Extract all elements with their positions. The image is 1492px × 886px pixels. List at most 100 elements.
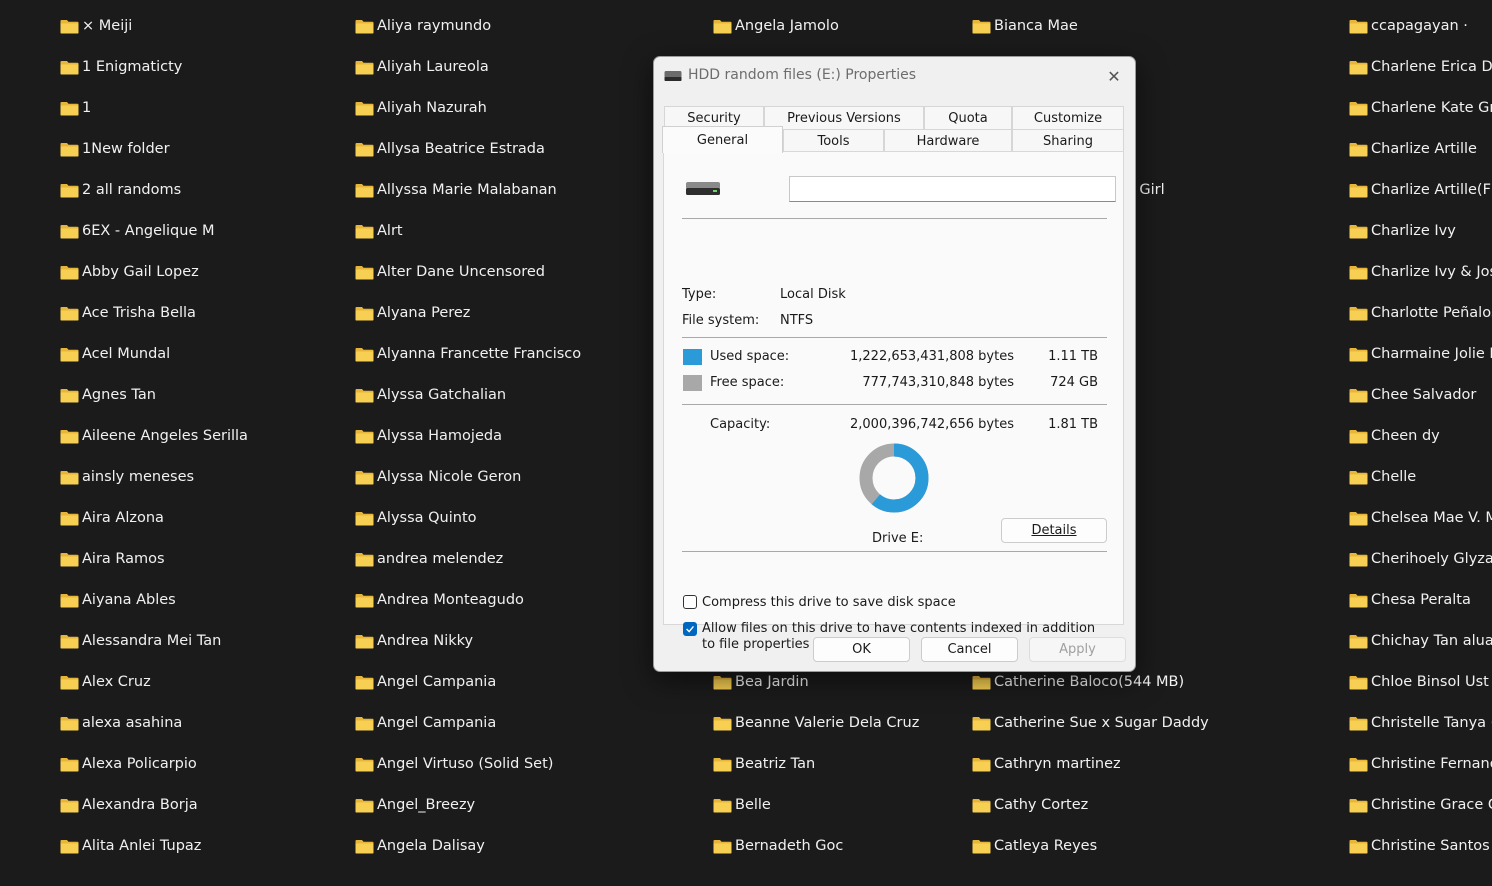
folder-item[interactable]: Alyssa Quinto bbox=[355, 506, 477, 530]
folder-item[interactable]: Chloe Binsol Ust bbox=[1349, 670, 1489, 694]
folder-item[interactable]: Andrea Monteagudo bbox=[355, 588, 524, 612]
folder-item[interactable]: Alexa Policarpio bbox=[60, 752, 197, 776]
folder-item[interactable]: Alyssa Nicole Geron bbox=[355, 465, 521, 489]
tab-general[interactable]: General bbox=[662, 126, 783, 153]
folder-item[interactable]: Chichay Tan alua bbox=[1349, 629, 1492, 653]
folder-item[interactable]: Christine Fernande bbox=[1349, 752, 1492, 776]
folder-item[interactable]: Aira Ramos bbox=[60, 547, 165, 571]
folder-item[interactable]: Alexandra Borja bbox=[60, 793, 198, 817]
folder-item[interactable]: 1 bbox=[60, 96, 91, 120]
tab-previous-versions[interactable]: Previous Versions bbox=[764, 106, 924, 129]
folder-item[interactable]: Bernadeth Goc bbox=[713, 834, 843, 858]
folder-icon bbox=[713, 19, 732, 33]
folder-item[interactable]: Charlene Erica Dav bbox=[1349, 55, 1492, 79]
folder-item[interactable]: Alter Dane Uncensored bbox=[355, 260, 545, 284]
folder-item[interactable]: Aliya raymundo bbox=[355, 14, 491, 38]
ok-button[interactable]: OK bbox=[813, 637, 910, 662]
folder-item[interactable]: Angela Dalisay bbox=[355, 834, 485, 858]
volume-label-input[interactable] bbox=[789, 176, 1116, 202]
folder-item[interactable]: Bea Jardin bbox=[713, 670, 809, 694]
folder-name: Catherine Sue x Sugar Daddy bbox=[994, 715, 1209, 731]
folder-item[interactable]: Bianca Mae bbox=[972, 14, 1078, 38]
folder-item[interactable]: 1 Enigmaticty bbox=[60, 55, 182, 79]
folder-item[interactable]: Alrt bbox=[355, 219, 403, 243]
folder-item[interactable]: Alyanna Francette Francisco bbox=[355, 342, 581, 366]
tab-hardware[interactable]: Hardware bbox=[884, 129, 1012, 152]
folder-name: Angel_Breezy bbox=[377, 797, 476, 813]
tab-customize[interactable]: Customize bbox=[1012, 106, 1124, 129]
tab-quota[interactable]: Quota bbox=[924, 106, 1012, 129]
folder-name: Acel Mundal bbox=[82, 346, 171, 362]
folder-item[interactable]: Aileene Angeles Serilla bbox=[60, 424, 248, 448]
folder-icon bbox=[355, 511, 374, 525]
folder-item[interactable]: Angel Virtuso (Solid Set) bbox=[355, 752, 553, 776]
folder-item[interactable]: Alessandra Mei Tan bbox=[60, 629, 221, 653]
index-contents-checkbox[interactable] bbox=[683, 622, 697, 636]
folder-item[interactable]: Charlize Artille(FUL bbox=[1349, 178, 1492, 202]
folder-item[interactable]: Acel Mundal bbox=[60, 342, 170, 366]
folder-item[interactable]: Angel Campania bbox=[355, 711, 496, 735]
folder-item[interactable]: ainsly meneses bbox=[60, 465, 194, 489]
folder-item[interactable]: Charlize Ivy bbox=[1349, 219, 1456, 243]
folder-item[interactable]: Charmaine Jolie Ba bbox=[1349, 342, 1492, 366]
folder-item[interactable]: 2 all randoms bbox=[60, 178, 181, 202]
folder-item[interactable]: Belle bbox=[713, 793, 771, 817]
folder-item[interactable]: Alyana Perez bbox=[355, 301, 470, 325]
folder-item[interactable]: andrea melendez bbox=[355, 547, 503, 571]
folder-item[interactable]: Charlize Artille bbox=[1349, 137, 1477, 161]
folder-item[interactable]: Alyssa Gatchalian bbox=[355, 383, 506, 407]
folder-item[interactable]: Alita Anlei Tupaz bbox=[60, 834, 201, 858]
folder-item[interactable]: Chelsea Mae V. Ma bbox=[1349, 506, 1492, 530]
folder-item[interactable]: Ace Trisha Bella bbox=[60, 301, 196, 325]
folder-item[interactable]: Catherine Baloco(544 MB) bbox=[972, 670, 1184, 694]
folder-item[interactable]: Angel_Breezy bbox=[355, 793, 475, 817]
tab-tools[interactable]: Tools bbox=[783, 129, 884, 152]
folder-item[interactable]: Aiyana Ables bbox=[60, 588, 176, 612]
folder-item[interactable]: ccapagayan · bbox=[1349, 14, 1468, 38]
folder-item[interactable]: Aira Alzona bbox=[60, 506, 164, 530]
folder-item[interactable]: Catleya Reyes bbox=[972, 834, 1097, 858]
folder-item[interactable]: Abby Gail Lopez bbox=[60, 260, 199, 284]
folder-item[interactable]: Christine Grace Co bbox=[1349, 793, 1492, 817]
apply-button[interactable]: Apply bbox=[1029, 637, 1126, 662]
folder-item[interactable]: 1New folder bbox=[60, 137, 170, 161]
hard-drive-icon bbox=[686, 182, 720, 195]
folder-item[interactable]: Andrea Nikky bbox=[355, 629, 473, 653]
folder-name: Angel Campania bbox=[377, 674, 497, 690]
folder-item[interactable]: Catherine Sue x Sugar Daddy bbox=[972, 711, 1209, 735]
folder-item[interactable]: 6EX - Angelique M bbox=[60, 219, 215, 243]
folder-item[interactable]: alexa asahina bbox=[60, 711, 182, 735]
folder-item[interactable]: Chelle bbox=[1349, 465, 1416, 489]
folder-item[interactable]: Agnes Tan bbox=[60, 383, 156, 407]
tab-sharing[interactable]: Sharing bbox=[1012, 129, 1124, 152]
folder-item[interactable]: Alyssa Hamojeda bbox=[355, 424, 502, 448]
folder-item[interactable]: Charlotte Peñalosa bbox=[1349, 301, 1492, 325]
folder-name: Chesa Peralta bbox=[1371, 592, 1471, 608]
folder-item[interactable]: Beatriz Tan bbox=[713, 752, 815, 776]
folder-item[interactable]: Chesa Peralta bbox=[1349, 588, 1471, 612]
folder-item[interactable]: Cathryn martinez bbox=[972, 752, 1121, 776]
close-icon[interactable]: ✕ bbox=[1103, 65, 1125, 87]
folder-item[interactable]: Charlize Ivy & Jose bbox=[1349, 260, 1492, 284]
folder-item[interactable]: Angel Campania bbox=[355, 670, 496, 694]
folder-item[interactable]: Christelle Tanya (U bbox=[1349, 711, 1492, 735]
folder-item[interactable]: Chee Salvador bbox=[1349, 383, 1476, 407]
folder-item[interactable]: Charlene Kate Grue bbox=[1349, 96, 1492, 120]
folder-item[interactable]: Aliyah Laureola bbox=[355, 55, 489, 79]
details-button[interactable]: Details bbox=[1001, 518, 1107, 543]
folder-item[interactable]: Cheen dy bbox=[1349, 424, 1440, 448]
folder-item[interactable]: Aliyah Nazurah bbox=[355, 96, 487, 120]
compress-drive-checkbox[interactable] bbox=[683, 595, 697, 609]
folder-item[interactable]: Beanne Valerie Dela Cruz bbox=[713, 711, 919, 735]
folder-item[interactable]: Allyssa Marie Malabanan bbox=[355, 178, 557, 202]
folder-item[interactable]: Angela Jamolo bbox=[713, 14, 839, 38]
folder-item[interactable]: Christine Santos bbox=[1349, 834, 1490, 858]
folder-item[interactable]: Alex Cruz bbox=[60, 670, 151, 694]
folder-item[interactable]: Cathy Cortez bbox=[972, 793, 1088, 817]
folder-item[interactable]: Cherihoely Glyza M bbox=[1349, 547, 1492, 571]
cancel-button[interactable]: Cancel bbox=[921, 637, 1018, 662]
folder-item[interactable]: × Meiji bbox=[60, 14, 132, 38]
folder-item[interactable]: Allysa Beatrice Estrada bbox=[355, 137, 545, 161]
folder-icon bbox=[355, 224, 374, 238]
dialog-titlebar[interactable]: HDD random files (E:) Properties ✕ bbox=[654, 57, 1135, 95]
